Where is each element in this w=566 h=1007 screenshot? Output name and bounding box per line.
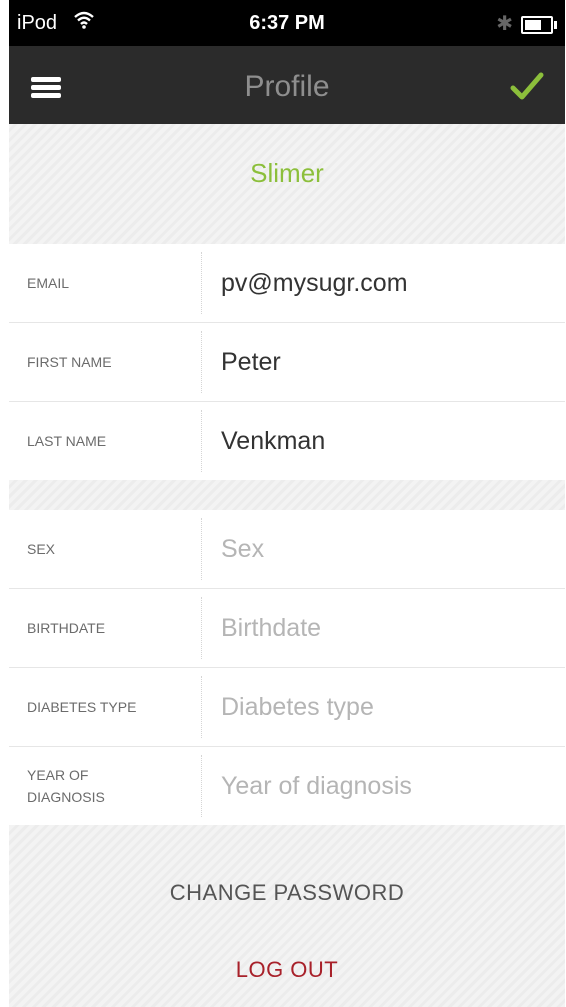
year-of-diagnosis-row[interactable]: YEAR OF DIAGNOSIS Year of diagnosis: [9, 747, 565, 825]
page-title: Profile: [244, 70, 330, 103]
bluetooth-icon: ✱: [496, 13, 513, 35]
birthdate-label: BIRTHDATE: [27, 620, 106, 636]
email-label: EMAIL: [27, 275, 70, 291]
diabetes-type-field[interactable]: Diabetes type: [221, 668, 555, 746]
status-bar: iPod 6:37 PM ✱: [9, 0, 565, 46]
first-name-field[interactable]: Peter: [221, 323, 555, 401]
email-row[interactable]: EMAIL pv@mysugr.com: [9, 244, 565, 323]
checkmark-icon[interactable]: [509, 70, 545, 104]
first-name-row[interactable]: FIRST NAME Peter: [9, 323, 565, 402]
diabetes-type-label: DIABETES TYPE: [27, 699, 137, 715]
year-of-diagnosis-label: YEAR OF DIAGNOSIS: [27, 767, 105, 805]
last-name-row[interactable]: LAST NAME Venkman: [9, 402, 565, 480]
diabetes-type-row[interactable]: DIABETES TYPE Diabetes type: [9, 668, 565, 747]
year-of-diagnosis-field[interactable]: Year of diagnosis: [221, 747, 555, 825]
profile-name-banner: Slimer: [9, 124, 565, 242]
sex-label: SEX: [27, 541, 56, 557]
account-fields-group: EMAIL pv@mysugr.com FIRST NAME Peter LAS…: [9, 244, 565, 480]
battery-icon: [521, 16, 557, 34]
last-name-field[interactable]: Venkman: [221, 402, 555, 480]
sex-field[interactable]: Sex: [221, 510, 555, 588]
change-password-button[interactable]: CHANGE PASSWORD: [9, 880, 565, 906]
profile-display-name[interactable]: Slimer: [9, 158, 565, 189]
health-fields-group: SEX Sex BIRTHDATE Birthdate DIABETES TYP…: [9, 510, 565, 825]
log-out-button[interactable]: LOG OUT: [9, 957, 565, 983]
navigation-bar: Profile: [9, 46, 565, 124]
birthdate-field[interactable]: Birthdate: [221, 589, 555, 667]
status-time: 6:37 PM: [249, 12, 325, 34]
first-name-label: FIRST NAME: [27, 354, 112, 370]
birthdate-row[interactable]: BIRTHDATE Birthdate: [9, 589, 565, 668]
email-field[interactable]: pv@mysugr.com: [221, 244, 555, 322]
sex-row[interactable]: SEX Sex: [9, 510, 565, 589]
app-screen: iPod 6:37 PM ✱ Profile Slimer EMAIL pv@m…: [9, 0, 565, 1007]
last-name-label: LAST NAME: [27, 433, 107, 449]
